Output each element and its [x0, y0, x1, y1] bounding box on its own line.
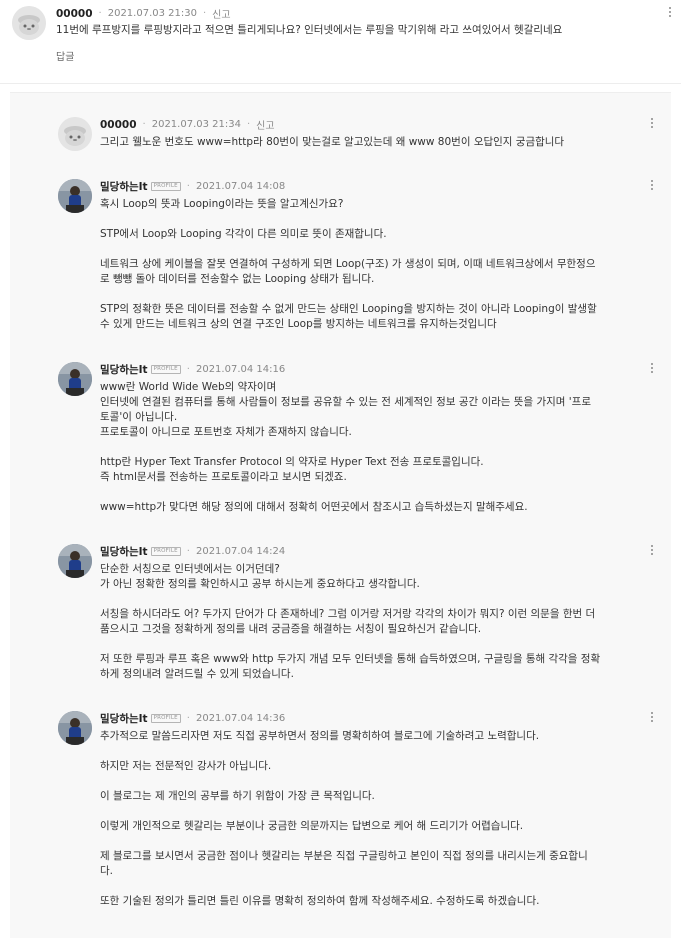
reply-paragraph: 저 또한 루핑과 루프 혹은 www와 http 두가지 개념 모두 인터넷을 …	[100, 653, 601, 680]
separator-dot: ·	[186, 181, 190, 192]
reply-paragraph: www=http가 맞다면 해당 정의에 대해서 정확히 어떤곳에서 참조시고 …	[100, 501, 528, 513]
profile-avatar[interactable]	[58, 179, 92, 213]
reply-meta: 밀당하는It PROFILE · 2021.07.04 14:36	[100, 711, 285, 726]
comment-meta: 00000 · 2021.07.03 21:30 · 신고	[56, 6, 231, 22]
reply-paragraph: 단순한 서칭으로 인터넷에서는 이거던데? 가 아닌 정확한 정의를 확인하시고…	[100, 563, 420, 590]
more-options-icon[interactable]	[647, 178, 657, 192]
reply-paragraph: STP에서 Loop와 Looping 각각이 다른 의미로 뜻이 존재합니다.	[100, 228, 387, 240]
reply-body: 혹시 Loop의 뜻과 Looping이라는 뜻을 알고계신가요? STP에서 …	[100, 197, 640, 332]
comment-text: 11번에 루프방지를 루핑방지라고 적으면 틀리게되나요? 인터넷에서는 루핑을…	[56, 24, 563, 36]
reply-paragraph: 이 블로그는 제 개인의 공부를 하기 위함이 가장 큰 목적입니다.	[100, 790, 375, 802]
separator-dot: ·	[186, 546, 190, 557]
reply-item: 밀당하는It PROFILE · 2021.07.04 14:24 단순한 서칭…	[10, 540, 671, 690]
reply-author[interactable]: 00000	[100, 119, 137, 131]
profile-avatar[interactable]	[58, 711, 92, 745]
reply-date: 2021.07.04 14:08	[195, 181, 286, 192]
separator-dot: ·	[142, 119, 146, 130]
reply-paragraph: 네트워크 상에 케이블을 잘못 연결하여 구성하게 되면 Loop(구조) 가 …	[100, 258, 596, 285]
profile-badge[interactable]: PROFILE	[150, 182, 181, 191]
reply-paragraph: 이렇게 개인적으로 헷갈리는 부분이나 궁금한 의문까지는 답변으로 케어 해 …	[100, 820, 524, 832]
reply-paragraph: STP의 정확한 뜻은 데이터를 전송할 수 없게 만드는 상태인 Loopin…	[100, 303, 597, 330]
profile-badge[interactable]: PROFILE	[150, 547, 181, 556]
reply-item: 밀당하는It PROFILE · 2021.07.04 14:36 추가적으로 …	[10, 707, 671, 932]
default-avatar[interactable]	[58, 117, 92, 151]
reply-paragraph: 하지만 저는 전문적인 강사가 아닙니다.	[100, 760, 272, 772]
reply-author[interactable]: 밀당하는It	[100, 711, 148, 726]
separator-dot: ·	[186, 364, 190, 375]
more-options-icon[interactable]	[647, 543, 657, 557]
reply-date: 2021.07.03 21:34	[151, 119, 241, 130]
reply-author[interactable]: 밀당하는It	[100, 362, 148, 377]
more-options-icon[interactable]	[665, 5, 675, 19]
reply-body: www란 World Wide Web의 약자이며 인터넷에 연결된 컴퓨터를 …	[100, 380, 640, 515]
profile-avatar[interactable]	[58, 544, 92, 578]
reply-meta: 00000 · 2021.07.03 21:34 · 신고	[100, 117, 275, 133]
reply-meta: 밀당하는It PROFILE · 2021.07.04 14:08	[100, 179, 285, 194]
reply-paragraph: 그리고 웰노운 번호도 www=http라 80번이 맞는걸로 알고있는데 왜 …	[100, 136, 565, 148]
reply-body: 추가적으로 말씀드리자면 저도 직접 공부하면서 정의를 명확히하여 블로그에 …	[100, 729, 640, 909]
reply-paragraph: http란 Hyper Text Transfer Protocol 의 약자로…	[100, 456, 484, 483]
reply-date: 2021.07.04 14:16	[195, 364, 286, 375]
reply-thread: 00000 · 2021.07.03 21:34 · 신고 그리고 웰노운 번호…	[10, 92, 671, 938]
reply-paragraph: 또한 기술된 정의가 틀리면 틀린 이유를 명확히 정의하여 함께 작성해주세요…	[100, 895, 540, 907]
reply-item: 밀당하는It PROFILE · 2021.07.04 14:08 혹시 Loo…	[10, 175, 671, 345]
reply-date: 2021.07.04 14:24	[195, 546, 286, 557]
reply-body: 그리고 웰노운 번호도 www=http라 80번이 맞는걸로 알고있는데 왜 …	[100, 135, 640, 150]
separator-dot: ·	[246, 119, 251, 130]
reply-date: 2021.07.04 14:36	[195, 713, 286, 724]
separator-dot: ·	[98, 8, 102, 19]
reply-body: 단순한 서칭으로 인터넷에서는 이거던데? 가 아닌 정확한 정의를 확인하시고…	[100, 562, 640, 682]
more-options-icon[interactable]	[647, 361, 657, 375]
reply-paragraph: 제 블로그를 보시면서 궁금한 점이나 헷갈리는 부분은 직접 구글링하고 본인…	[100, 850, 588, 877]
reply-button[interactable]: 답글	[56, 48, 74, 63]
reply-author[interactable]: 밀당하는It	[100, 179, 148, 194]
reply-item: 00000 · 2021.07.03 21:34 · 신고 그리고 웰노운 번호…	[10, 113, 671, 163]
report-link[interactable]: 신고	[212, 6, 230, 21]
reply-paragraph: 서칭을 하시더라도 어? 두가지 단어가 다 존재하네? 그럼 이거랑 저거랑 …	[100, 608, 596, 635]
reply-paragraph: 추가적으로 말씀드리자면 저도 직접 공부하면서 정의를 명확히하여 블로그에 …	[100, 730, 540, 742]
reply-meta: 밀당하는It PROFILE · 2021.07.04 14:16	[100, 362, 285, 377]
comment-author[interactable]: 00000	[56, 8, 93, 20]
comment-item: 00000 · 2021.07.03 21:30 · 신고 11번에 루프방지를…	[0, 0, 681, 84]
more-options-icon[interactable]	[647, 116, 657, 130]
more-options-icon[interactable]	[647, 710, 657, 724]
comment-body: 11번에 루프방지를 루핑방지라고 적으면 틀리게되나요? 인터넷에서는 루핑을…	[56, 23, 656, 38]
separator-dot: ·	[186, 713, 190, 724]
profile-badge[interactable]: PROFILE	[150, 365, 181, 374]
comment-date: 2021.07.03 21:30	[107, 8, 197, 19]
reply-paragraph: www란 World Wide Web의 약자이며 인터넷에 연결된 컴퓨터를 …	[100, 381, 591, 438]
separator-dot: ·	[202, 8, 207, 19]
reply-author[interactable]: 밀당하는It	[100, 544, 148, 559]
reply-meta: 밀당하는It PROFILE · 2021.07.04 14:24	[100, 544, 285, 559]
profile-avatar[interactable]	[58, 362, 92, 396]
reply-item: 밀당하는It PROFILE · 2021.07.04 14:16 www란 W…	[10, 358, 671, 523]
profile-badge[interactable]: PROFILE	[150, 714, 181, 723]
default-avatar[interactable]	[12, 6, 46, 40]
report-link[interactable]: 신고	[256, 117, 274, 132]
reply-paragraph: 혹시 Loop의 뜻과 Looping이라는 뜻을 알고계신가요?	[100, 198, 344, 210]
